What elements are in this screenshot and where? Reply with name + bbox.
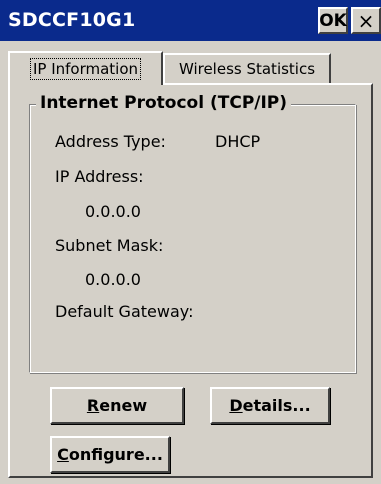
address-type-label: Address Type:: [55, 132, 166, 151]
ok-button[interactable]: OK: [318, 7, 348, 34]
details-mnemonic: D: [229, 396, 243, 415]
subnet-mask-value: 0.0.0.0: [85, 270, 141, 289]
default-gateway-label: Default Gateway:: [55, 302, 194, 321]
tab-ip-information[interactable]: IP Information: [8, 51, 163, 85]
renew-label: enew: [99, 396, 148, 415]
configure-button[interactable]: Configure...: [50, 436, 170, 473]
close-button[interactable]: ×: [351, 7, 381, 34]
tab-wireless-statistics[interactable]: Wireless Statistics: [163, 53, 331, 83]
details-button[interactable]: Details...: [210, 387, 330, 424]
details-label: etails...: [242, 396, 311, 415]
groupbox-title: Internet Protocol (TCP/IP): [36, 93, 292, 113]
renew-button[interactable]: Renew: [50, 387, 184, 424]
tab-label: IP Information: [29, 58, 142, 80]
tab-label: Wireless Statistics: [178, 60, 316, 78]
configure-mnemonic: C: [57, 445, 69, 464]
configure-label: onfigure...: [68, 445, 163, 464]
ip-address-label: IP Address:: [55, 167, 144, 186]
address-type-value: DHCP: [215, 132, 261, 151]
renew-mnemonic: R: [86, 396, 100, 415]
ip-address-value: 0.0.0.0: [85, 202, 141, 221]
subnet-mask-label: Subnet Mask:: [55, 236, 164, 255]
window-title: SDCCF10G1: [8, 9, 136, 31]
title-bar: SDCCF10G1 OK ×: [0, 0, 381, 41]
